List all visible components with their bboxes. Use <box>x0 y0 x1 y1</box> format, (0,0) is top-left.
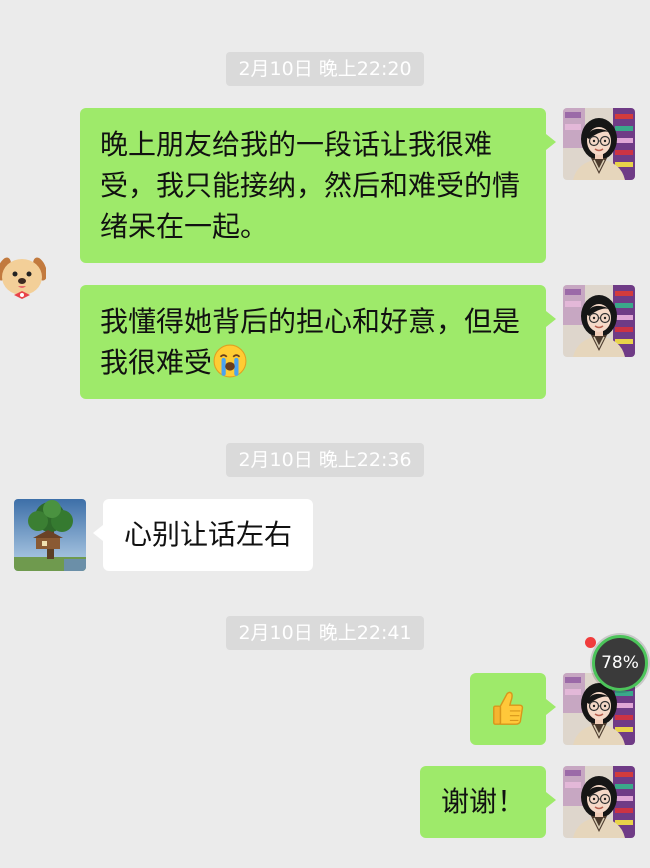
contact-avatar[interactable] <box>14 499 86 571</box>
my-avatar[interactable] <box>563 108 635 180</box>
incoming-message-bubble[interactable]: 心别让话左右 <box>92 499 314 571</box>
timestamp: 2月10日 晚上22:36 <box>226 443 424 477</box>
timestamp: 2月10日 晚上22:20 <box>226 52 424 86</box>
portrait-photo-icon <box>563 108 635 180</box>
dog-face-icon <box>0 257 47 299</box>
loudly-crying-face-icon <box>213 344 247 378</box>
timestamp-row: 2月10日 晚上22:20 <box>0 52 650 86</box>
treehouse-photo-icon <box>14 499 86 571</box>
outgoing-message-bubble[interactable]: 谢谢！ <box>419 766 557 838</box>
timestamp-row: 2月10日 晚上22:36 <box>0 443 650 477</box>
my-avatar[interactable] <box>563 766 635 838</box>
my-avatar[interactable] <box>563 285 635 357</box>
memory-boost-widget[interactable]: 78% <box>592 635 648 691</box>
timestamp: 2月10日 晚上22:41 <box>226 616 424 650</box>
message-text: 谢谢！ <box>440 785 525 818</box>
thumbs-up-icon <box>493 691 524 725</box>
outgoing-message-bubble[interactable]: 晚上朋友给我的一段话让我很难受，我只能接纳，然后和难受的情绪呆在一起。 <box>80 108 556 263</box>
message-text: 我懂得她背后的担心和好意，但是我很难受 <box>100 305 521 379</box>
outgoing-emoji-bubble[interactable] <box>470 673 556 745</box>
message-text: 心别让话左右 <box>124 518 293 551</box>
outgoing-message-bubble[interactable]: 我懂得她背后的担心和好意，但是我很难受 <box>80 285 556 399</box>
widget-percent-label: 78% <box>601 653 639 673</box>
notification-dot-icon <box>585 637 596 648</box>
portrait-photo-icon <box>563 285 635 357</box>
dog-sticker[interactable] <box>0 243 47 305</box>
portrait-photo-icon <box>563 766 635 838</box>
timestamp-row: 2月10日 晚上22:41 <box>0 616 650 650</box>
message-text: 晚上朋友给我的一段话让我很难受，我只能接纳，然后和难受的情绪呆在一起。 <box>100 128 521 243</box>
